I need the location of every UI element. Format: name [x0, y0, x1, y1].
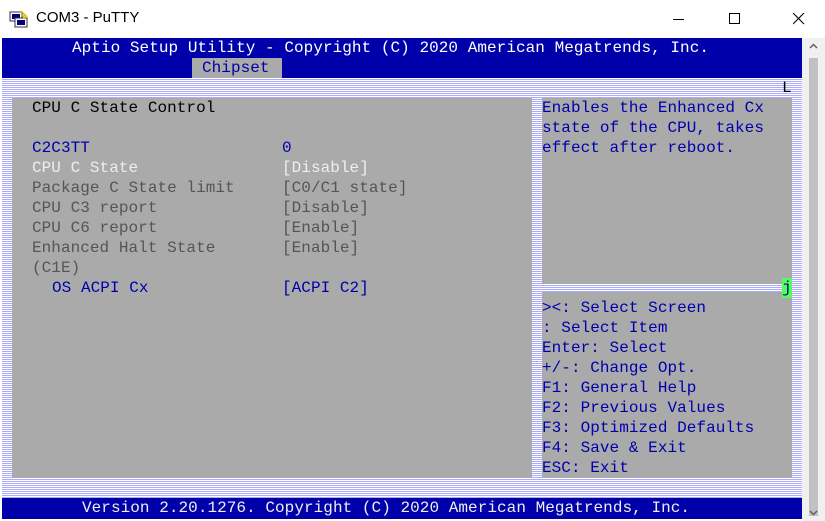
- help-line: effect after reboot.: [542, 139, 736, 157]
- chevron-down-icon: [809, 510, 818, 516]
- setting-value-cpu-c6-report[interactable]: [Enable]: [282, 218, 359, 238]
- left-border: [2, 98, 12, 478]
- bios-header: Aptio Setup Utility - Copyright (C) 2020…: [72, 39, 710, 57]
- top-border: [2, 78, 802, 98]
- setting-value-enhanced-halt[interactable]: [Enable]: [282, 238, 359, 258]
- cursor-block: j: [782, 278, 792, 298]
- setting-label-c2c3tt[interactable]: C2C3TT: [32, 138, 90, 158]
- scroll-thumb[interactable]: [809, 58, 818, 516]
- putty-terminal-icon: [9, 9, 29, 29]
- help-line: Enables the Enhanced Cx: [542, 99, 764, 117]
- key-legend-item: ESC: Exit: [542, 459, 629, 477]
- help-line: state of the CPU, takes: [542, 119, 764, 137]
- tab-chipset[interactable]: Chipset: [192, 58, 282, 78]
- setting-value-package-c-state[interactable]: [C0/C1 state]: [282, 178, 407, 198]
- minimize-icon: [673, 19, 684, 20]
- setting-label-enhanced-halt-c1e: (C1E): [32, 259, 81, 277]
- corner-marker: L: [782, 79, 792, 97]
- terminal-scrollbar[interactable]: [802, 38, 825, 521]
- setting-label-cpu-c6-report[interactable]: CPU C6 report: [32, 218, 157, 238]
- key-legend-item: ><: Select Screen: [542, 299, 707, 317]
- key-legend-item: F3: Optimized Defaults: [542, 419, 755, 437]
- scroll-down-button[interactable]: [802, 504, 825, 521]
- setting-value-cpu-c-state[interactable]: [Disable]: [282, 158, 369, 178]
- key-legend-item: +/-: Change Opt.: [542, 359, 697, 377]
- terminal-screen[interactable]: Aptio Setup Utility - Copyright (C) 2020…: [2, 38, 802, 519]
- scroll-up-button[interactable]: [802, 38, 825, 55]
- window-title: COM3 - PuTTY: [36, 9, 140, 26]
- bios-footer: Version 2.20.1276. Copyright (C) 2020 Am…: [82, 499, 691, 517]
- setting-value-c2c3tt[interactable]: 0: [282, 138, 292, 158]
- minimize-button[interactable]: [656, 0, 702, 38]
- close-button[interactable]: [776, 0, 822, 38]
- key-legend-item: F2: Previous Values: [542, 399, 726, 417]
- key-legend-item: F4: Save & Exit: [542, 439, 687, 457]
- key-legend-item: F1: General Help: [542, 379, 697, 397]
- bottom-border: [2, 478, 802, 498]
- setting-label-os-acpi-cx[interactable]: OS ACPI Cx: [52, 278, 149, 298]
- chevron-up-icon: [809, 43, 818, 49]
- setting-label-enhanced-halt[interactable]: Enhanced Halt State: [32, 238, 215, 258]
- right-border: [792, 98, 802, 478]
- setting-label-cpu-c-state[interactable]: CPU C State: [32, 158, 138, 178]
- maximize-button[interactable]: [712, 0, 758, 38]
- setting-value-cpu-c3-report[interactable]: [Disable]: [282, 198, 369, 218]
- setting-label-cpu-c3-report[interactable]: CPU C3 report: [32, 198, 157, 218]
- key-legend-item: : Select Item: [542, 319, 668, 337]
- key-legend-item: Enter: Select: [542, 339, 668, 357]
- section-title: CPU C State Control: [32, 99, 216, 117]
- setting-value-os-acpi-cx[interactable]: [ACPI C2]: [282, 278, 369, 298]
- help-separator: [532, 284, 792, 292]
- maximize-icon: [729, 13, 740, 24]
- setting-label-package-c-state[interactable]: Package C State limit: [32, 178, 235, 198]
- close-icon: [793, 13, 805, 25]
- window-titlebar[interactable]: COM3 - PuTTY: [0, 0, 825, 38]
